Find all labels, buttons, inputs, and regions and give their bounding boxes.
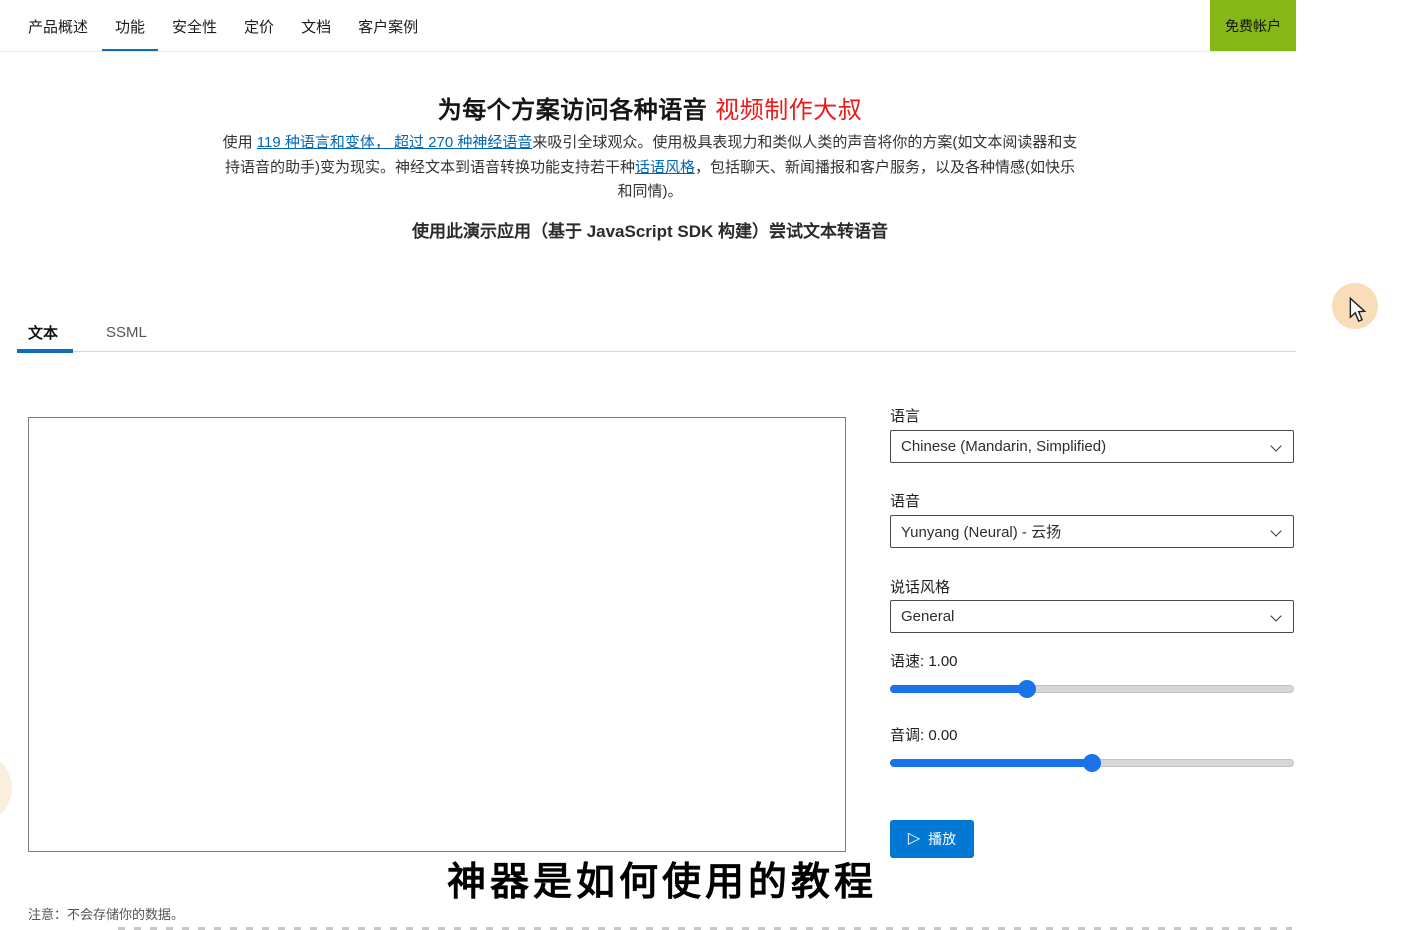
- nav-items: 产品概述 功能 安全性 定价 文档 客户案例: [28, 0, 418, 52]
- voice-label: 语音: [890, 493, 921, 510]
- pitch-label: 音调: 0.00: [890, 727, 958, 744]
- rate-slider-fill: [890, 685, 1028, 693]
- tab-ssml[interactable]: SSML: [95, 324, 158, 341]
- video-caption-overlay: 神器是如何使用的教程: [447, 861, 878, 904]
- rate-slider[interactable]: [890, 680, 1294, 698]
- controls-panel: 语言 Chinese (Mandarin, Simplified) 语音 Yun…: [890, 400, 1294, 870]
- speaking-styles-link[interactable]: 话语风格: [635, 159, 695, 176]
- tts-text-input[interactable]: [28, 417, 846, 852]
- tab-text[interactable]: 文本: [17, 322, 69, 343]
- nav-item-security[interactable]: 安全性: [172, 0, 217, 52]
- language-label: 语言: [890, 408, 921, 425]
- pitch-slider-thumb[interactable]: [1083, 754, 1101, 772]
- speaking-style-select-value: General: [901, 608, 955, 625]
- play-button[interactable]: ▷ 播放: [890, 820, 974, 858]
- speaking-style-select[interactable]: General: [890, 600, 1294, 633]
- top-nav: 产品概述 功能 安全性 定价 文档 客户案例 免费帐户: [0, 0, 1404, 52]
- cursor-arrow-icon: [1349, 297, 1367, 323]
- nav-item-label: 功能: [115, 18, 146, 36]
- page-title: 为每个方案访问各种语音 视频制作大叔: [0, 90, 1300, 125]
- play-icon: ▷: [907, 830, 921, 847]
- nav-item-product-overview[interactable]: 产品概述: [28, 0, 88, 52]
- languages-voices-link[interactable]: 119 种语言和变体， 超过 270 种神经语音: [257, 134, 533, 151]
- tab-active-indicator: [17, 349, 73, 353]
- voice-select[interactable]: Yunyang (Neural) - 云扬: [890, 515, 1294, 548]
- pitch-slider[interactable]: [890, 754, 1294, 772]
- chevron-down-icon: [1270, 440, 1282, 452]
- click-highlight-left-edge: [0, 753, 12, 823]
- chevron-down-icon: [1270, 525, 1282, 537]
- data-storage-notice: 注意：不会存储你的数据。: [28, 907, 185, 922]
- chevron-down-icon: [1270, 610, 1282, 622]
- rate-label: 语速: 1.00: [890, 653, 958, 670]
- page-title-text: 为每个方案访问各种语音: [437, 97, 708, 124]
- page-title-annotation: 视频制作大叔: [715, 97, 863, 124]
- voice-select-value: Yunyang (Neural) - 云扬: [901, 524, 1062, 541]
- pitch-slider-fill: [890, 759, 1092, 767]
- tabs: 文本 SSML: [17, 314, 1296, 351]
- demo-subtitle: 使用此演示应用（基于 JavaScript SDK 构建）尝试文本转语音: [411, 222, 889, 241]
- free-account-button[interactable]: 免费帐户: [1210, 0, 1296, 52]
- hero-description: 使用 119 种语言和变体， 超过 270 种神经语音来吸引全球观众。使用极具表…: [218, 131, 1082, 205]
- play-button-label: 播放: [928, 831, 957, 847]
- rate-slider-thumb[interactable]: [1018, 680, 1037, 698]
- speaking-style-label: 说话风格: [890, 579, 951, 596]
- nav-item-features[interactable]: 功能: [102, 0, 159, 52]
- nav-divider: [0, 51, 1296, 52]
- tab-bar: 文本 SSML: [17, 314, 1296, 353]
- tts-demo-page: 产品概述 功能 安全性 定价 文档 客户案例 免费帐户 为每个方案访问各种语音视…: [0, 0, 1404, 930]
- language-select-value: Chinese (Mandarin, Simplified): [901, 438, 1107, 455]
- nav-item-docs[interactable]: 文档: [301, 0, 331, 52]
- nav-item-pricing[interactable]: 定价: [244, 0, 274, 52]
- nav-item-customer-stories[interactable]: 客户案例: [358, 0, 418, 52]
- language-select[interactable]: Chinese (Mandarin, Simplified): [890, 430, 1294, 463]
- hero-description-seg1: 使用: [222, 134, 257, 151]
